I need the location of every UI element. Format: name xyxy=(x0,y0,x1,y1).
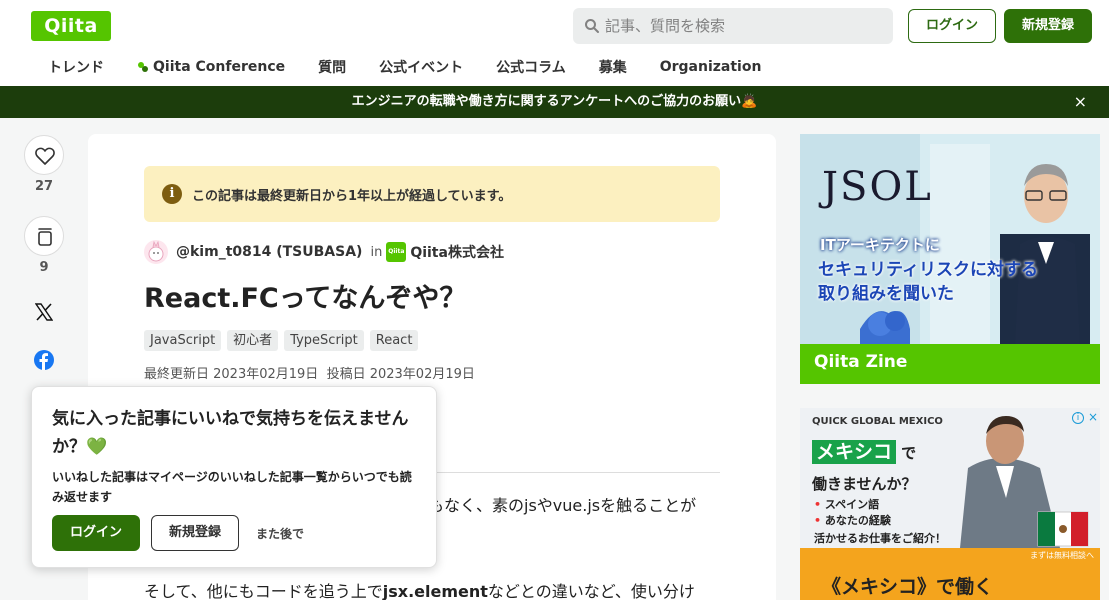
ad-mexico-headline: メキシコ で xyxy=(812,437,916,464)
search-input[interactable] xyxy=(605,8,885,44)
ad-mexico-bullet2-text: あなたの経験 xyxy=(824,514,891,527)
ad-mexico-bullet2: • あなたの経験 xyxy=(814,514,891,527)
advertisement-quick-global-mexico[interactable]: QUICK GLOBAL MEXICO i × メキシコ で 働きませんか？ •… xyxy=(800,408,1100,600)
ad-mexico-logo: QUICK GLOBAL MEXICO xyxy=(812,416,943,427)
nav-organization[interactable]: Organization xyxy=(660,56,762,78)
ad-mexico-note: まずは無料相談へ xyxy=(1030,551,1094,560)
advertisement-jsol[interactable]: JSOL ITアーキテクトに セキュリティリスクに対する 取り組みを聞いた Qi… xyxy=(800,134,1100,384)
conference-dots-icon xyxy=(138,62,148,72)
avatar[interactable] xyxy=(144,240,168,264)
ad-jsol-line3: 取り組みを聞いた xyxy=(818,284,954,304)
search-box[interactable] xyxy=(573,8,893,44)
popup-login-button[interactable]: ログイン xyxy=(52,515,140,551)
ad-info-icon[interactable]: i xyxy=(1072,412,1084,424)
author-name[interactable]: @kim_t0814 (TSUBASA) xyxy=(176,244,362,260)
tag-typescript[interactable]: TypeScript xyxy=(284,330,364,351)
ad-mexico-de: で xyxy=(901,444,917,462)
article-title: React.FCってなんぞや？ xyxy=(144,283,467,314)
ad-mexico-line5: 活かせるお仕事をご紹介！ xyxy=(814,532,946,545)
body-text: そして、他にもコードを追う上でjsx.elementなどとの違いなど、使い分け xyxy=(144,578,695,600)
info-icon: i xyxy=(162,184,182,204)
heart-icon xyxy=(35,147,55,165)
survey-banner-text[interactable]: エンジニアの転職や働き方に関するアンケートへのご協力のお願い🙇 xyxy=(352,94,758,109)
later-button[interactable]: また後で xyxy=(256,525,304,542)
ad-jsol-line1: ITアーキテクトに xyxy=(820,236,940,254)
author-line: @kim_t0814 (TSUBASA) in Qiita Qiita株式会社 xyxy=(144,240,504,264)
ad-jsol-line2: セキュリティリスクに対する xyxy=(818,260,1038,280)
organization-logo[interactable]: Qiita xyxy=(386,242,407,262)
body-text-bold: jsx.element xyxy=(382,582,488,600)
like-count: 27 xyxy=(34,179,54,194)
stock-icon xyxy=(38,228,52,246)
x-share-button[interactable] xyxy=(24,292,64,332)
like-prompt-popup: 気に入った記事にいいねで気持ちを伝えませんか？💚 いいねした記事はマイページのい… xyxy=(31,386,437,568)
nav-questions[interactable]: 質問 xyxy=(318,56,346,78)
ad-mexico-bottom: 《メキシコ》で働く xyxy=(822,576,994,598)
survey-banner[interactable]: エンジニアの転職や働き方に関するアンケートへのご協力のお願い🙇 × xyxy=(0,86,1109,118)
tag-react[interactable]: React xyxy=(369,330,419,351)
ad-mexico-brand: QUICK GLOBAL MEXICO xyxy=(812,416,943,427)
tag-javascript[interactable]: JavaScript xyxy=(144,330,222,351)
stock-count: 9 xyxy=(39,260,49,275)
outdated-notice-text: この記事は最終更新日から1年以上が経過しています。 xyxy=(192,189,512,204)
article-dates: 最終更新日 2023年02月19日 投稿日 2023年02月19日 xyxy=(144,363,475,382)
organization-name[interactable]: Qiita株式会社 xyxy=(410,242,504,262)
ad-close-icon[interactable]: × xyxy=(1088,410,1098,424)
nav-recruit[interactable]: 募集 xyxy=(599,56,627,78)
search-icon xyxy=(585,19,599,33)
login-button[interactable]: ログイン xyxy=(908,9,996,43)
main-nav: トレンド Qiita Conference 質問 公式イベント 公式コラム 募集… xyxy=(48,56,794,78)
ad-mexico-line2: 働きませんか？ xyxy=(812,475,917,493)
like-prompt-heading: 気に入った記事にいいねで気持ちを伝えませんか？💚 xyxy=(52,409,409,457)
close-icon[interactable]: × xyxy=(1074,86,1087,118)
body-text: もなく、素のjsやvue.jsを触ることが xyxy=(428,496,697,515)
ad-mexico-bullet1-text: スペイン語 xyxy=(824,498,880,511)
qiita-logo[interactable]: Qiita xyxy=(31,11,111,41)
tag-list: JavaScript 初心者 TypeScript React xyxy=(144,330,419,351)
like-prompt-text: いいねした記事はマイページのいいねした記事一覧からいつでも読み返せます xyxy=(52,470,412,504)
ad-jsol-footer: Qiita Zine xyxy=(814,352,908,372)
signup-button[interactable]: 新規登録 xyxy=(1004,9,1092,43)
posted-date: 投稿日 2023年02月19日 xyxy=(326,367,475,382)
nav-qiita-conference-label: Qiita Conference xyxy=(153,59,286,75)
nav-qiita-conference[interactable]: Qiita Conference xyxy=(137,56,285,78)
stock-button[interactable] xyxy=(24,216,64,256)
site-header: Qiita ログイン 新規登録 トレンド Qiita Conference 質問… xyxy=(0,0,1109,86)
body-text-part: そして、他にもコードを追う上で xyxy=(144,582,383,600)
in-label: in xyxy=(370,244,383,260)
avatar-image xyxy=(148,240,164,262)
updated-date: 最終更新日 2023年02月19日 xyxy=(144,367,319,382)
nav-official-columns[interactable]: 公式コラム xyxy=(496,56,566,78)
like-button[interactable] xyxy=(24,135,64,175)
nav-official-events[interactable]: 公式イベント xyxy=(379,56,463,78)
facebook-share-button[interactable] xyxy=(24,340,64,380)
x-icon xyxy=(35,303,53,321)
outdated-notice: i この記事は最終更新日から1年以上が経過しています。 xyxy=(144,166,720,222)
nav-trend[interactable]: トレンド xyxy=(48,56,104,78)
ad-jsol-brand: JSOL xyxy=(822,164,933,210)
ad-mexico-bullet1: • スペイン語 xyxy=(814,498,880,511)
facebook-icon xyxy=(34,350,54,370)
popup-signup-button[interactable]: 新規登録 xyxy=(151,515,239,551)
tag-beginner[interactable]: 初心者 xyxy=(227,330,279,351)
ad-mexico-highlight: メキシコ xyxy=(812,440,897,464)
body-text-part: などとの違いなど、使い分け xyxy=(487,582,695,600)
